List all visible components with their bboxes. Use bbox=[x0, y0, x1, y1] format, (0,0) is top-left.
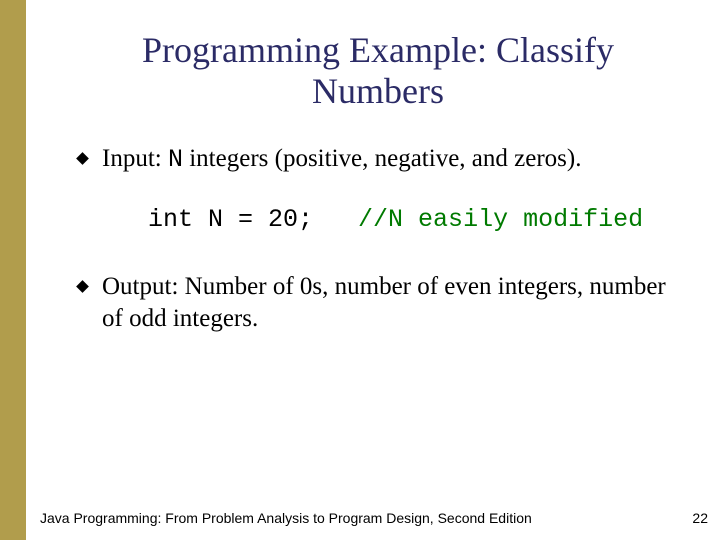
slide-title: Programming Example: Classify Numbers bbox=[76, 30, 680, 113]
bullet-output: Output: Number of 0s, number of even int… bbox=[76, 271, 680, 336]
code-statement: int N = 20; bbox=[148, 205, 358, 234]
footer: Java Programming: From Problem Analysis … bbox=[40, 510, 710, 526]
input-prefix: Input: bbox=[102, 145, 168, 172]
footer-text: Java Programming: From Problem Analysis … bbox=[40, 510, 532, 526]
bullet-list: Input: N integers (positive, negative, a… bbox=[76, 143, 680, 336]
input-rest: integers (positive, negative, and zeros)… bbox=[183, 145, 581, 172]
bullet-input: Input: N integers (positive, negative, a… bbox=[76, 143, 680, 237]
input-code-n: N bbox=[168, 145, 183, 174]
accent-bar bbox=[0, 0, 26, 540]
code-line: int N = 20; //N easily modified bbox=[148, 204, 680, 237]
page-number: 22 bbox=[692, 510, 708, 526]
code-comment: //N easily modified bbox=[358, 205, 643, 234]
slide-body: Programming Example: Classify Numbers In… bbox=[26, 0, 720, 540]
